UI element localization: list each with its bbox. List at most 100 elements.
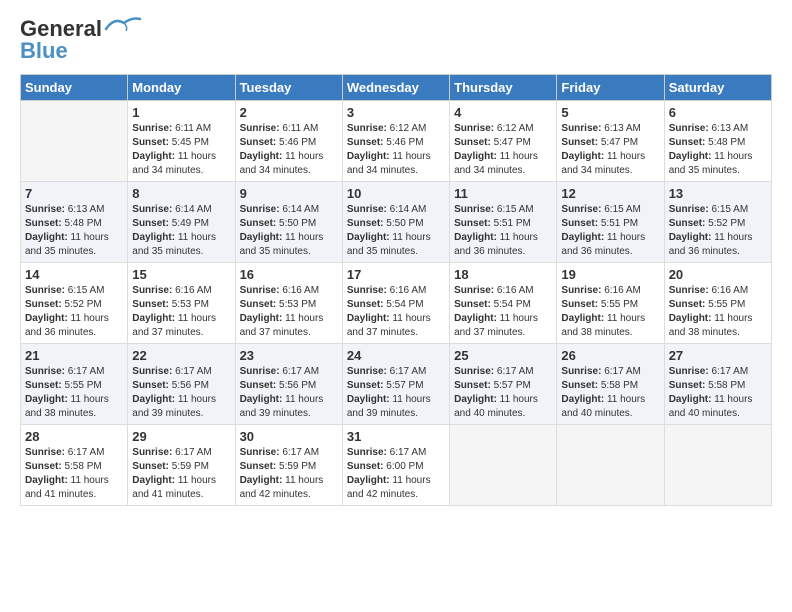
day-number: 24 (347, 348, 445, 363)
logo-blue: Blue (20, 38, 68, 64)
day-number: 9 (240, 186, 338, 201)
week-row-1: 1Sunrise: 6:11 AMSunset: 5:45 PMDaylight… (21, 101, 772, 182)
calendar-cell: 12 Sunrise: 6:15 AMSunset: 5:51 PMDayligh… (557, 182, 664, 263)
day-number: 13 (669, 186, 767, 201)
calendar-cell: 6 Sunrise: 6:13 AMSunset: 5:48 PMDaylight… (664, 101, 771, 182)
day-info: Sunrise: 6:17 AMSunset: 5:57 PMDaylight:… (454, 365, 552, 421)
day-number: 29 (132, 429, 230, 444)
header-saturday: Saturday (664, 75, 771, 101)
header-row: SundayMondayTuesdayWednesdayThursdayFrid… (21, 75, 772, 101)
calendar-cell: 16 Sunrise: 6:16 AMSunset: 5:53 PMDayligh… (235, 263, 342, 344)
day-number: 6 (669, 105, 767, 120)
day-number: 5 (561, 105, 659, 120)
day-number: 17 (347, 267, 445, 282)
calendar-cell (664, 425, 771, 506)
day-info: Sunrise: 6:16 AMSunset: 5:54 PMDaylight:… (454, 284, 552, 340)
calendar-cell: 26 Sunrise: 6:17 AMSunset: 5:58 PMDayligh… (557, 344, 664, 425)
day-info: Sunrise: 6:17 AMSunset: 5:58 PMDaylight:… (561, 365, 659, 421)
day-info: Sunrise: 6:13 AMSunset: 5:48 PMDaylight:… (25, 203, 123, 259)
day-number: 4 (454, 105, 552, 120)
calendar-cell: 8 Sunrise: 6:14 AMSunset: 5:49 PMDaylight… (128, 182, 235, 263)
calendar-cell: 11 Sunrise: 6:15 AMSunset: 5:51 PMDayligh… (450, 182, 557, 263)
day-number: 11 (454, 186, 552, 201)
day-info: Sunrise: 6:16 AMSunset: 5:53 PMDaylight:… (240, 284, 338, 340)
calendar-cell: 19 Sunrise: 6:16 AMSunset: 5:55 PMDayligh… (557, 263, 664, 344)
day-info: Sunrise: 6:17 AMSunset: 5:56 PMDaylight:… (132, 365, 230, 421)
logo-bird-icon (104, 15, 142, 37)
calendar-cell (557, 425, 664, 506)
header-wednesday: Wednesday (342, 75, 449, 101)
day-info: Sunrise: 6:14 AMSunset: 5:50 PMDaylight:… (240, 203, 338, 259)
calendar-cell: 20Sunrise: 6:16 AMSunset: 5:55 PMDayligh… (664, 263, 771, 344)
header-thursday: Thursday (450, 75, 557, 101)
week-row-3: 14 Sunrise: 6:15 AMSunset: 5:52 PMDayligh… (21, 263, 772, 344)
logo: General Blue (20, 16, 142, 64)
calendar-cell: 3Sunrise: 6:12 AMSunset: 5:46 PMDaylight… (342, 101, 449, 182)
week-row-4: 21 Sunrise: 6:17 AMSunset: 5:55 PMDayligh… (21, 344, 772, 425)
calendar-cell: 25 Sunrise: 6:17 AMSunset: 5:57 PMDayligh… (450, 344, 557, 425)
day-info: Sunrise: 6:15 AMSunset: 5:52 PMDaylight:… (25, 284, 123, 340)
day-info: Sunrise: 6:17 AMSunset: 5:58 PMDaylight:… (25, 446, 123, 502)
day-number: 10 (347, 186, 445, 201)
calendar-cell: 24 Sunrise: 6:17 AMSunset: 5:57 PMDayligh… (342, 344, 449, 425)
week-row-2: 7 Sunrise: 6:13 AMSunset: 5:48 PMDaylight… (21, 182, 772, 263)
day-number: 18 (454, 267, 552, 282)
day-number: 26 (561, 348, 659, 363)
day-number: 27 (669, 348, 767, 363)
week-row-5: 28 Sunrise: 6:17 AMSunset: 5:58 PMDayligh… (21, 425, 772, 506)
day-number: 16 (240, 267, 338, 282)
day-number: 25 (454, 348, 552, 363)
day-number: 19 (561, 267, 659, 282)
day-info: Sunrise: 6:14 AMSunset: 5:49 PMDaylight:… (132, 203, 230, 259)
calendar-cell: 2Sunrise: 6:11 AMSunset: 5:46 PMDaylight… (235, 101, 342, 182)
calendar-cell: 27 Sunrise: 6:17 AMSunset: 5:58 PMDayligh… (664, 344, 771, 425)
day-info: Sunrise: 6:13 AMSunset: 5:47 PMDaylight:… (561, 122, 659, 178)
calendar-cell: 9 Sunrise: 6:14 AMSunset: 5:50 PMDaylight… (235, 182, 342, 263)
calendar-cell: 17Sunrise: 6:16 AMSunset: 5:54 PMDayligh… (342, 263, 449, 344)
day-number: 7 (25, 186, 123, 201)
calendar-cell (450, 425, 557, 506)
calendar-cell: 18 Sunrise: 6:16 AMSunset: 5:54 PMDayligh… (450, 263, 557, 344)
header-tuesday: Tuesday (235, 75, 342, 101)
header-monday: Monday (128, 75, 235, 101)
day-info: Sunrise: 6:16 AMSunset: 5:55 PMDaylight:… (561, 284, 659, 340)
day-number: 12 (561, 186, 659, 201)
day-info: Sunrise: 6:11 AMSunset: 5:46 PMDaylight:… (240, 122, 338, 178)
calendar-cell: 28 Sunrise: 6:17 AMSunset: 5:58 PMDayligh… (21, 425, 128, 506)
header-sunday: Sunday (21, 75, 128, 101)
day-info: Sunrise: 6:13 AMSunset: 5:48 PMDaylight:… (669, 122, 767, 178)
calendar-cell: 1Sunrise: 6:11 AMSunset: 5:45 PMDaylight… (128, 101, 235, 182)
calendar-cell (21, 101, 128, 182)
calendar-table: SundayMondayTuesdayWednesdayThursdayFrid… (20, 74, 772, 506)
day-info: Sunrise: 6:17 AMSunset: 5:56 PMDaylight:… (240, 365, 338, 421)
day-number: 31 (347, 429, 445, 444)
day-number: 15 (132, 267, 230, 282)
day-info: Sunrise: 6:15 AMSunset: 5:51 PMDaylight:… (561, 203, 659, 259)
calendar-cell: 13 Sunrise: 6:15 AMSunset: 5:52 PMDayligh… (664, 182, 771, 263)
day-info: Sunrise: 6:14 AMSunset: 5:50 PMDaylight:… (347, 203, 445, 259)
calendar-cell: 15 Sunrise: 6:16 AMSunset: 5:53 PMDayligh… (128, 263, 235, 344)
day-number: 8 (132, 186, 230, 201)
day-info: Sunrise: 6:12 AMSunset: 5:47 PMDaylight:… (454, 122, 552, 178)
day-info: Sunrise: 6:17 AMSunset: 6:00 PMDaylight:… (347, 446, 445, 502)
day-info: Sunrise: 6:17 AMSunset: 5:57 PMDaylight:… (347, 365, 445, 421)
day-number: 1 (132, 105, 230, 120)
day-info: Sunrise: 6:17 AMSunset: 5:58 PMDaylight:… (669, 365, 767, 421)
day-info: Sunrise: 6:17 AMSunset: 5:55 PMDaylight:… (25, 365, 123, 421)
day-info: Sunrise: 6:15 AMSunset: 5:51 PMDaylight:… (454, 203, 552, 259)
day-number: 28 (25, 429, 123, 444)
header-friday: Friday (557, 75, 664, 101)
day-info: Sunrise: 6:15 AMSunset: 5:52 PMDaylight:… (669, 203, 767, 259)
day-number: 23 (240, 348, 338, 363)
day-number: 14 (25, 267, 123, 282)
calendar-cell: 5 Sunrise: 6:13 AMSunset: 5:47 PMDaylight… (557, 101, 664, 182)
calendar-cell: 22 Sunrise: 6:17 AMSunset: 5:56 PMDayligh… (128, 344, 235, 425)
day-info: Sunrise: 6:16 AMSunset: 5:53 PMDaylight:… (132, 284, 230, 340)
calendar-cell: 23 Sunrise: 6:17 AMSunset: 5:56 PMDayligh… (235, 344, 342, 425)
day-info: Sunrise: 6:17 AMSunset: 5:59 PMDaylight:… (132, 446, 230, 502)
day-info: Sunrise: 6:16 AMSunset: 5:55 PMDaylight:… (669, 284, 767, 340)
header: General Blue (20, 16, 772, 64)
day-number: 22 (132, 348, 230, 363)
calendar-cell: 21 Sunrise: 6:17 AMSunset: 5:55 PMDayligh… (21, 344, 128, 425)
day-number: 21 (25, 348, 123, 363)
